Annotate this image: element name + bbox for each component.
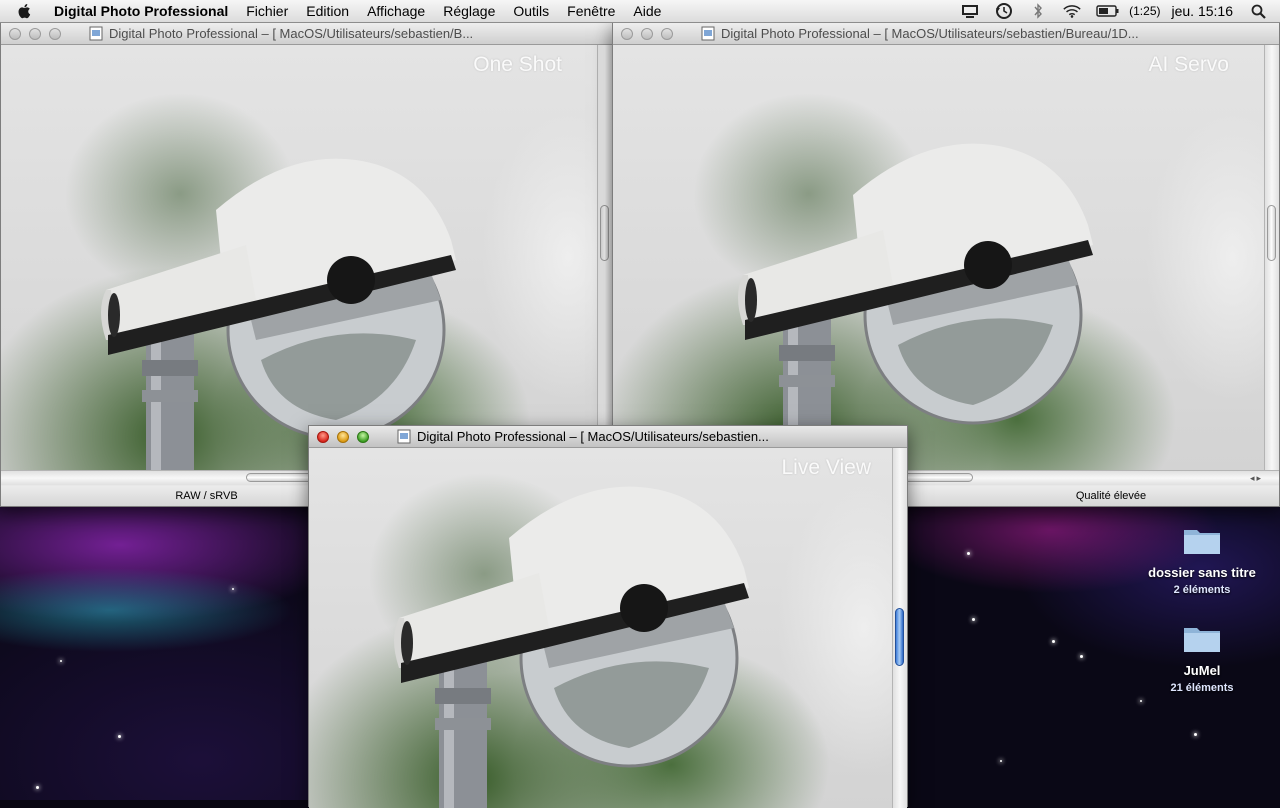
vertical-scrollbar[interactable] (892, 448, 907, 808)
star (1140, 700, 1142, 702)
street-lamp-image (394, 486, 749, 808)
star (967, 552, 970, 555)
window-controls (621, 27, 673, 40)
folder-name: JuMel (1183, 663, 1221, 678)
folder-icon (1184, 530, 1220, 554)
menubar: Digital Photo Professional Fichier Editi… (0, 0, 1280, 23)
folder-name: dossier sans titre (1148, 565, 1256, 580)
battery-time: (1:25) (1129, 4, 1161, 18)
minimize-button[interactable] (641, 27, 653, 40)
window-titlebar[interactable]: Digital Photo Professional – [ MacOS/Uti… (309, 426, 907, 448)
window-titlebar[interactable]: Digital Photo Professional – [ MacOS/Uti… (613, 23, 1279, 45)
mode-label: Live View (781, 456, 872, 479)
scroll-thumb[interactable] (600, 205, 609, 261)
window-titlebar[interactable]: Digital Photo Professional – [ MacOS/Uti… (1, 23, 612, 45)
menu-app-name[interactable]: Digital Photo Professional (46, 0, 237, 22)
image-preview[interactable]: Live View (309, 448, 893, 808)
vertical-scrollbar[interactable] (597, 45, 612, 470)
zoom-button[interactable] (49, 27, 61, 40)
menu-fichier[interactable]: Fichier (237, 0, 297, 22)
star (1080, 655, 1083, 658)
desktop-folder-jumel[interactable]: JuMel 21 éléments (1132, 622, 1272, 694)
menu-outils[interactable]: Outils (504, 0, 558, 22)
bluetooth-icon[interactable] (1028, 3, 1048, 19)
folder-item-count: 2 éléments (1173, 584, 1231, 596)
menubar-status-area: (1:25) jeu. 15:16 (953, 0, 1280, 22)
close-button[interactable] (621, 27, 633, 40)
mode-label: One Shot (473, 53, 562, 76)
star (118, 735, 121, 738)
image-preview[interactable]: AI Servo (613, 45, 1265, 470)
menu-affichage[interactable]: Affichage (358, 0, 434, 22)
zoom-button[interactable] (357, 430, 369, 443)
folder-icon (1184, 628, 1220, 652)
menubar-clock[interactable]: jeu. 15:16 (1164, 3, 1242, 19)
star (1194, 733, 1197, 736)
window-title: Digital Photo Professional – [ MacOS/Uti… (109, 26, 474, 41)
mode-label: AI Servo (1148, 53, 1229, 76)
zoom-button[interactable] (661, 27, 673, 40)
scroll-thumb[interactable] (895, 608, 904, 666)
window-controls (317, 430, 369, 443)
desktop-folder-dossier-sans-titre[interactable]: dossier sans titre 2 éléments (1132, 524, 1272, 596)
menu-fenetre[interactable]: Fenêtre (558, 0, 624, 22)
star (972, 618, 975, 621)
minimize-button[interactable] (337, 430, 349, 443)
window-live-view: Digital Photo Professional – [ MacOS/Uti… (308, 425, 908, 808)
time-machine-icon[interactable] (994, 3, 1014, 19)
scroll-thumb[interactable] (903, 473, 973, 482)
window-title: Digital Photo Professional – [ MacOS/Uti… (721, 26, 1139, 41)
document-icon (89, 26, 103, 41)
window-controls (9, 27, 61, 40)
street-lamp-image (738, 143, 1093, 470)
document-icon (701, 26, 715, 41)
image-preview[interactable]: One Shot (1, 45, 598, 470)
window-title: Digital Photo Professional – [ MacOS/Uti… (417, 429, 769, 444)
battery-icon[interactable] (1096, 3, 1120, 19)
folder-item-count: 21 éléments (1170, 682, 1234, 694)
vertical-scrollbar[interactable] (1264, 45, 1279, 470)
close-button[interactable] (9, 27, 21, 40)
scroll-arrows-icon[interactable]: ◂▸ (1250, 473, 1263, 484)
star (232, 588, 234, 590)
menu-aide[interactable]: Aide (624, 0, 670, 22)
display-icon[interactable] (960, 3, 980, 19)
menu-reglage[interactable]: Réglage (434, 0, 504, 22)
spotlight-icon[interactable] (1248, 3, 1268, 19)
minimize-button[interactable] (29, 27, 41, 40)
apple-icon[interactable] (16, 2, 34, 20)
star (60, 660, 62, 662)
wifi-icon[interactable] (1062, 3, 1082, 19)
color-space-status: RAW / sRVB (175, 490, 238, 502)
star (36, 786, 39, 789)
scroll-thumb[interactable] (1267, 205, 1276, 261)
document-icon (397, 429, 411, 444)
street-lamp-image (101, 158, 456, 470)
menu-edition[interactable]: Edition (297, 0, 358, 22)
star (1052, 640, 1055, 643)
close-button[interactable] (317, 430, 329, 443)
quality-status: Qualité élevée (1075, 490, 1147, 502)
star (1000, 760, 1002, 762)
